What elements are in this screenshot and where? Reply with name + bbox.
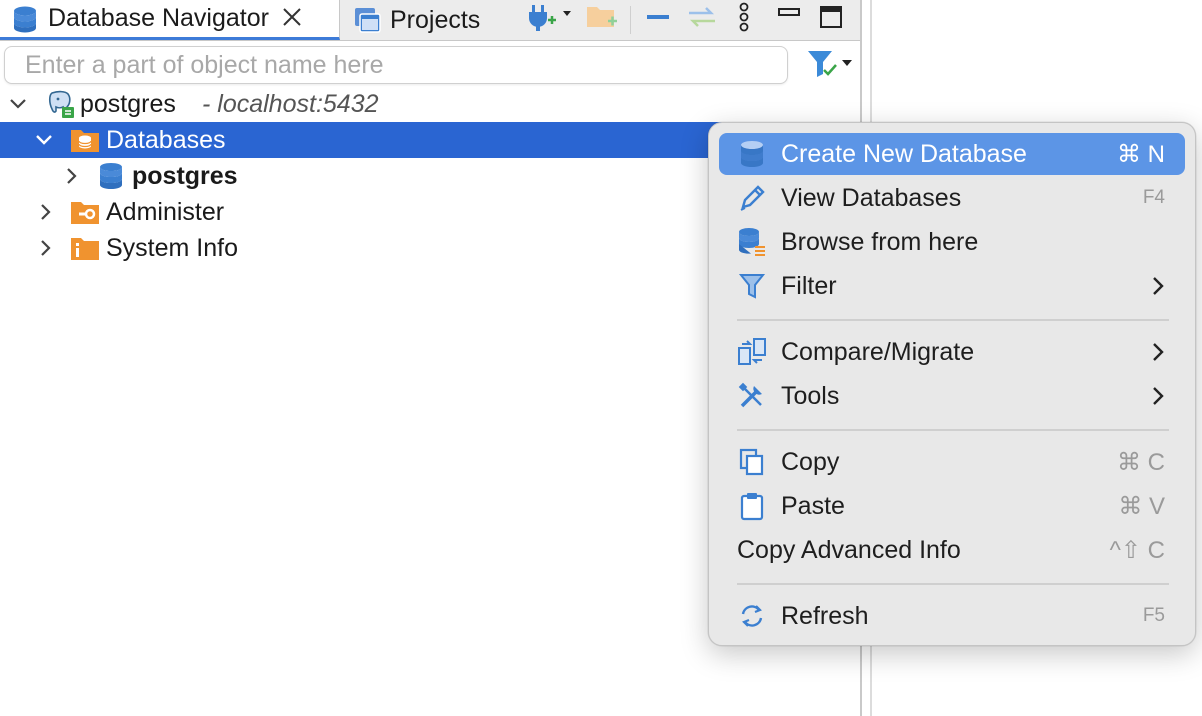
view-menu-button[interactable] bbox=[728, 2, 760, 36]
minimize-icon bbox=[776, 4, 802, 35]
minimize-button[interactable] bbox=[772, 2, 806, 36]
tab-projects-label: Projects bbox=[390, 5, 481, 34]
new-connection-button[interactable] bbox=[524, 2, 574, 36]
paste-clipboard-icon bbox=[735, 489, 769, 523]
tab-navigator-label: Database Navigator bbox=[48, 4, 269, 32]
menu-item-paste[interactable]: Paste ⌘ V bbox=[719, 485, 1185, 527]
menu-shortcut: F5 bbox=[1142, 605, 1165, 626]
new-folder-button[interactable] bbox=[582, 2, 622, 36]
menu-label: Tools bbox=[781, 381, 840, 410]
menu-label: Browse from here bbox=[781, 227, 979, 256]
menu-item-compare-migrate[interactable]: Compare/Migrate bbox=[719, 331, 1185, 373]
menu-label: Paste bbox=[781, 491, 845, 520]
folder-plus-icon bbox=[584, 1, 620, 38]
compare-migrate-icon bbox=[735, 335, 769, 369]
db-postgres-label: postgres bbox=[132, 161, 238, 190]
menu-label: Create New Database bbox=[781, 139, 1027, 168]
menu-item-filter[interactable]: Filter bbox=[719, 265, 1185, 307]
menu-label: Copy bbox=[781, 447, 840, 476]
tab-projects[interactable]: Projects bbox=[342, 0, 512, 40]
collapse-all-icon bbox=[643, 2, 673, 37]
chevron-down-icon[interactable] bbox=[34, 130, 54, 150]
context-menu: Create New Database ⌘ N View Databases F… bbox=[708, 122, 1196, 646]
database-browse-icon bbox=[735, 225, 769, 259]
filter-check-icon bbox=[804, 46, 854, 85]
toolbar-separator bbox=[630, 6, 631, 34]
tree-node-connection[interactable]: postgres - localhost:5432 bbox=[0, 86, 860, 122]
system-info-folder-icon bbox=[70, 233, 100, 263]
vertical-ellipsis-icon bbox=[734, 1, 754, 38]
chevron-right-icon[interactable] bbox=[62, 166, 82, 186]
databases-label: Databases bbox=[106, 125, 226, 154]
filter-button[interactable] bbox=[804, 46, 856, 84]
menu-item-view-databases[interactable]: View Databases F4 bbox=[719, 177, 1185, 219]
menu-separator bbox=[737, 319, 1169, 321]
menu-separator bbox=[737, 583, 1169, 585]
plug-plus-icon bbox=[526, 1, 572, 38]
maximize-icon bbox=[818, 4, 844, 35]
tools-icon bbox=[735, 379, 769, 413]
menu-item-browse-from-here[interactable]: Browse from here bbox=[719, 221, 1185, 263]
menu-shortcut: ^⇧ C bbox=[1109, 536, 1165, 564]
search-input[interactable] bbox=[4, 46, 788, 84]
menu-separator bbox=[737, 429, 1169, 431]
close-icon[interactable] bbox=[281, 5, 303, 33]
database-icon bbox=[735, 137, 769, 171]
menu-shortcut: F4 bbox=[1142, 187, 1165, 208]
menu-shortcut: ⌘ V bbox=[1118, 492, 1165, 520]
system-info-label: System Info bbox=[106, 233, 238, 262]
search-row bbox=[0, 41, 860, 89]
menu-item-copy[interactable]: Copy ⌘ C bbox=[719, 441, 1185, 483]
refresh-icon bbox=[735, 599, 769, 633]
link-with-editor-icon bbox=[685, 2, 719, 37]
filter-icon bbox=[735, 269, 769, 303]
maximize-button[interactable] bbox=[814, 2, 848, 36]
menu-item-copy-advanced-info[interactable]: Copy Advanced Info ^⇧ C bbox=[719, 529, 1185, 571]
link-with-editor-button[interactable] bbox=[682, 2, 722, 36]
connection-host: - localhost:5432 bbox=[202, 89, 379, 118]
pencil-icon bbox=[735, 181, 769, 215]
administer-folder-icon bbox=[70, 197, 100, 227]
menu-item-create-new-database[interactable]: Create New Database ⌘ N bbox=[719, 133, 1185, 175]
connection-name: postgres bbox=[80, 89, 176, 118]
menu-item-refresh[interactable]: Refresh F5 bbox=[719, 595, 1185, 637]
collapse-all-button[interactable] bbox=[640, 2, 676, 36]
copy-icon bbox=[735, 445, 769, 479]
chevron-right-icon bbox=[1153, 277, 1164, 295]
postgresql-elephant-icon bbox=[46, 89, 76, 119]
chevron-right-icon bbox=[1153, 387, 1164, 405]
chevron-right-icon[interactable] bbox=[36, 238, 56, 258]
menu-label: Copy Advanced Info bbox=[737, 535, 961, 564]
menu-item-tools[interactable]: Tools bbox=[719, 375, 1185, 417]
chevron-right-icon bbox=[1153, 343, 1164, 361]
projects-window-icon bbox=[350, 3, 384, 37]
tab-bar: Database Navigator Projects bbox=[0, 0, 860, 41]
databases-folder-icon bbox=[70, 125, 100, 155]
tab-database-navigator[interactable]: Database Navigator bbox=[0, 0, 340, 40]
chevron-right-icon[interactable] bbox=[36, 202, 56, 222]
administer-label: Administer bbox=[106, 197, 225, 226]
menu-label: Compare/Migrate bbox=[781, 337, 975, 366]
menu-shortcut: ⌘ C bbox=[1117, 448, 1165, 476]
database-stack-icon bbox=[8, 2, 42, 36]
menu-label: Filter bbox=[781, 271, 837, 300]
menu-shortcut: ⌘ N bbox=[1117, 140, 1165, 168]
menu-label: View Databases bbox=[781, 183, 962, 212]
chevron-down-icon[interactable] bbox=[8, 94, 28, 114]
database-icon bbox=[96, 161, 126, 191]
menu-label: Refresh bbox=[781, 601, 869, 630]
